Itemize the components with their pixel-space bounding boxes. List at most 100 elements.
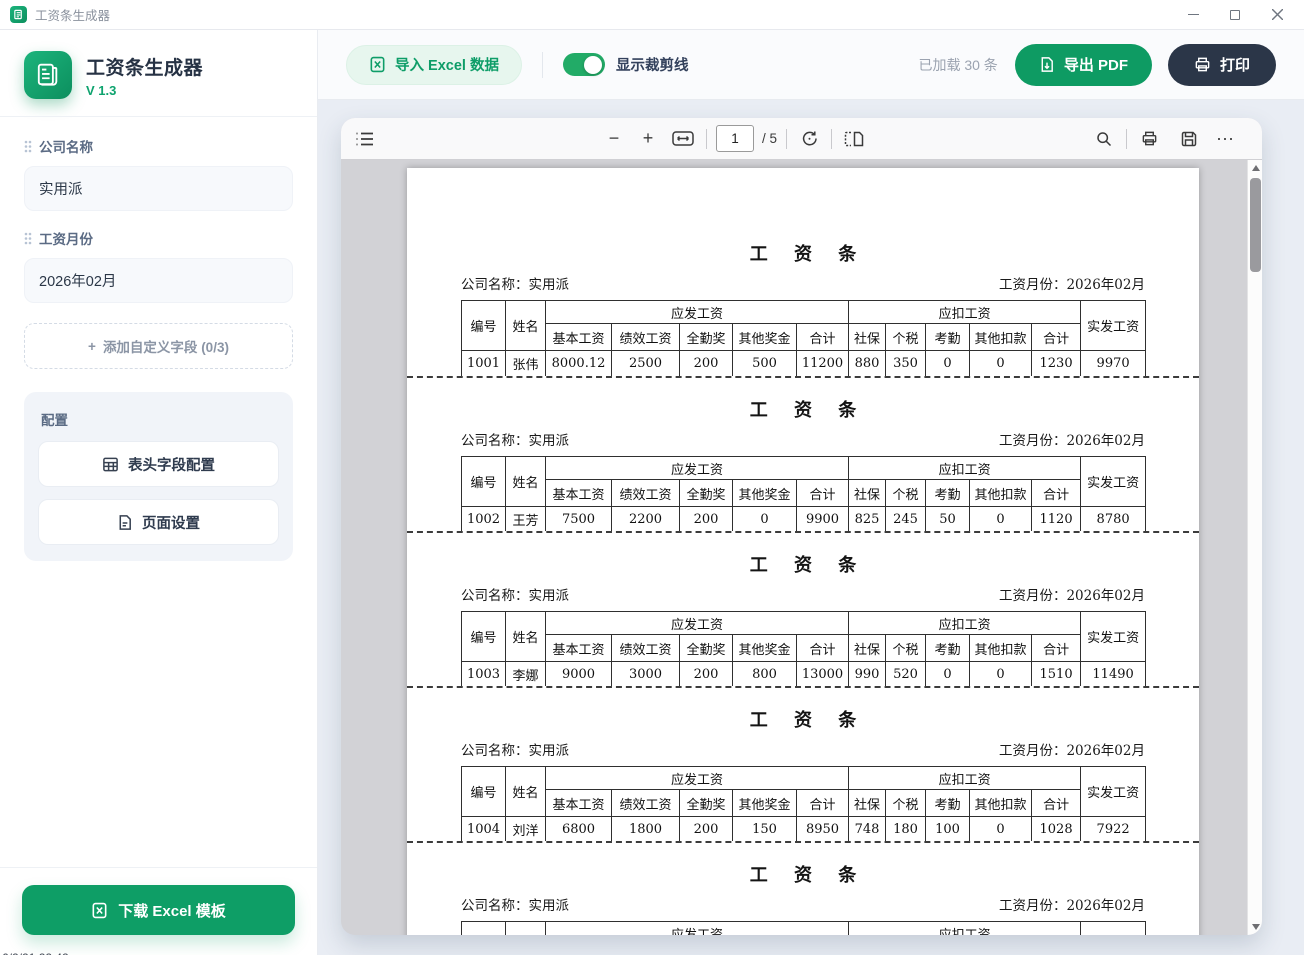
- header-name: 姓名: [506, 301, 546, 351]
- header-cell: 合计: [797, 324, 849, 351]
- app-title: 工资条生成器: [86, 53, 203, 80]
- rotate-icon: [801, 130, 818, 147]
- maximize-button[interactable]: [1228, 8, 1242, 22]
- cell-value: 1028: [1032, 817, 1081, 843]
- header-cell: 其他扣款: [970, 635, 1032, 662]
- payslip-month: 工资月份：2026年02月: [999, 739, 1145, 759]
- export-pdf-button[interactable]: 导出 PDF: [1015, 44, 1152, 86]
- show-cutline-toggle[interactable]: [563, 53, 605, 76]
- cell-value: 8950: [797, 817, 849, 843]
- download-excel-template-label: 下载 Excel 模板: [118, 900, 226, 921]
- salary-month-label-row: 工资月份: [24, 228, 293, 248]
- company-name-input[interactable]: [24, 166, 293, 211]
- cell-value: 0: [970, 662, 1032, 688]
- payslip-title: 工 资 条: [461, 168, 1145, 266]
- cell-value: 748: [849, 817, 886, 843]
- more-menu-button[interactable]: ···: [1212, 126, 1238, 152]
- viewer-print-button[interactable]: [1136, 126, 1162, 152]
- scroll-down-icon[interactable]: [1248, 919, 1262, 935]
- header-cell: 考勤: [926, 635, 970, 662]
- cell-value: 11490: [1081, 662, 1146, 688]
- fit-width-button[interactable]: [669, 126, 697, 152]
- payslip-title: 工 资 条: [461, 533, 1145, 577]
- header-cell: 其他奖金: [733, 635, 797, 662]
- cell-value: 3000: [612, 662, 680, 688]
- cell-value: 9000: [546, 662, 612, 688]
- cell-value: 9970: [1081, 351, 1146, 377]
- payslip-block: 工 资 条 公司名称：实用派 工资月份：2026年02月 编号 姓名 应发工资 …: [407, 688, 1199, 843]
- header-cell: 全勤奖: [680, 790, 733, 817]
- header-cell: 合计: [1032, 324, 1081, 351]
- drag-handle-icon[interactable]: [24, 232, 32, 245]
- cell-value: 0: [970, 351, 1032, 377]
- payslip-block: 工 资 条 公司名称：实用派 工资月份：2026年02月 编号 姓名 应发工资 …: [407, 168, 1199, 378]
- zoom-in-button[interactable]: +: [635, 126, 661, 152]
- header-cell: 社保: [849, 324, 886, 351]
- header-cell: 合计: [797, 790, 849, 817]
- header-name: 姓名: [506, 612, 546, 662]
- header-cell: 合计: [1032, 790, 1081, 817]
- page-number-input[interactable]: [716, 125, 754, 152]
- page-view-button[interactable]: [841, 126, 867, 152]
- export-pdf-label: 导出 PDF: [1064, 54, 1128, 75]
- viewer-scrollbar[interactable]: [1247, 160, 1262, 935]
- payslip-table: 编号 姓名 应发工资 应扣工资 实发工资 基本工资 绩效工资 全勤奖 其他奖金 …: [461, 611, 1146, 688]
- salary-month-input[interactable]: [24, 258, 293, 303]
- header-cell: 基本工资: [546, 324, 612, 351]
- payslip-title: 工 资 条: [461, 688, 1145, 732]
- payslip-company: 公司名称：实用派: [461, 894, 569, 914]
- printer-icon: [1194, 56, 1211, 73]
- print-button[interactable]: 打印: [1168, 44, 1276, 86]
- rotate-button[interactable]: [796, 126, 822, 152]
- header-cell: 个税: [886, 324, 926, 351]
- cell-value: 11200: [797, 351, 849, 377]
- payslip-title: 工 资 条: [461, 843, 1145, 887]
- add-custom-field-button[interactable]: + 添加自定义字段 (0/3): [24, 323, 293, 369]
- cell-value: 0: [926, 662, 970, 688]
- close-button[interactable]: [1270, 8, 1284, 22]
- header-cell: 个税: [886, 790, 926, 817]
- scrollbar-thumb[interactable]: [1250, 178, 1261, 272]
- header-name: 姓名: [506, 922, 546, 936]
- cell-value: 9900: [797, 507, 849, 533]
- header-cell: 考勤: [926, 790, 970, 817]
- header-cell: 个税: [886, 635, 926, 662]
- header-income-group: 应发工资: [546, 767, 849, 790]
- search-button[interactable]: [1091, 126, 1117, 152]
- header-fields-config-button[interactable]: 表头字段配置: [38, 441, 279, 487]
- config-title: 配置: [41, 409, 279, 429]
- add-custom-field-label: 添加自定义字段 (0/3): [103, 336, 229, 356]
- cell-value: 500: [733, 351, 797, 377]
- payslip-table: 编号 姓名 应发工资 应扣工资 实发工资 基本工资 绩效工资 全勤奖 其他奖金 …: [461, 921, 1146, 935]
- cell-id: 1002: [462, 507, 506, 533]
- cell-value: 520: [886, 662, 926, 688]
- cell-value: 7500: [546, 507, 612, 533]
- payslip-table: 编号 姓名 应发工资 应扣工资 实发工资 基本工资 绩效工资 全勤奖 其他奖金 …: [461, 456, 1146, 533]
- header-income-group: 应发工资: [546, 457, 849, 480]
- window-titlebar: 工资条生成器: [0, 0, 1304, 30]
- clipped-clock-text: 6/2/21 22:42: [2, 951, 69, 955]
- cell-name: 李娜: [506, 662, 546, 688]
- import-excel-button[interactable]: 导入 Excel 数据: [346, 45, 522, 85]
- header-cell: 基本工资: [546, 790, 612, 817]
- sidebar-panel-toggle-button[interactable]: [351, 126, 377, 152]
- minimize-button[interactable]: [1186, 8, 1200, 22]
- cell-value: 0: [926, 351, 970, 377]
- header-name: 姓名: [506, 767, 546, 817]
- header-cell: 考勤: [926, 480, 970, 507]
- drag-handle-icon[interactable]: [24, 140, 32, 153]
- plus-icon: +: [643, 128, 654, 149]
- header-id: 编号: [462, 922, 506, 936]
- cell-value: 200: [680, 662, 733, 688]
- save-button[interactable]: [1176, 126, 1202, 152]
- header-cell: 社保: [849, 480, 886, 507]
- cell-value: 0: [970, 507, 1032, 533]
- payslip-block: 工 资 条 公司名称：实用派 工资月份：2026年02月 编号 姓名 应发工资 …: [407, 378, 1199, 533]
- config-card: 配置 表头字段配置 页面设置: [24, 392, 293, 561]
- download-excel-template-button[interactable]: 下载 Excel 模板: [22, 885, 295, 935]
- page-settings-button[interactable]: 页面设置: [38, 499, 279, 545]
- zoom-out-button[interactable]: −: [601, 126, 627, 152]
- page-document-icon: [117, 514, 133, 531]
- scroll-up-icon[interactable]: [1248, 160, 1262, 176]
- viewer-separator: [786, 129, 787, 149]
